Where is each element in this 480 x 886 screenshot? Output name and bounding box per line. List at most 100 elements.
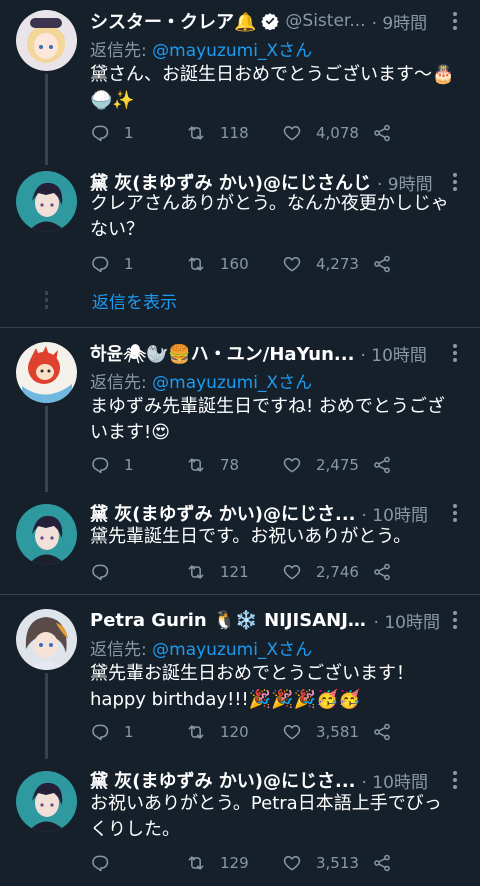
more-icon[interactable] — [448, 342, 462, 364]
timestamp[interactable]: · 9時間 — [372, 9, 428, 34]
like-count: 2,475 — [316, 456, 359, 474]
reply-icon — [90, 562, 110, 582]
share-button[interactable] — [372, 850, 392, 876]
verified-badge-icon — [261, 12, 279, 30]
tweet-1[interactable]: シスター・クレア🔔 @Sister... · 9時間 返信先: @mayuzum… — [0, 0, 480, 165]
reply-mention-link[interactable]: @mayuzumi_Xさん — [152, 373, 312, 393]
timestamp[interactable]: · 10時間 — [360, 341, 426, 366]
tweet-4[interactable]: 黛 灰(まゆずみ かい)@にじさ... · 10時間 黛先輩誕生日です。お祝いあ… — [0, 492, 480, 594]
reply-button[interactable]: 1 — [90, 719, 134, 745]
tweet-actions: 1 120 3,581 — [90, 719, 420, 745]
tweet-5[interactable]: Petra Gurin 🐧❄️ NIJISANJI EN · 10時間 返信先:… — [0, 595, 480, 759]
like-count: 4,078 — [316, 124, 359, 142]
display-name[interactable]: 黛 灰(まゆずみ かい)@にじさ... — [90, 500, 356, 526]
more-icon[interactable] — [448, 10, 462, 32]
reply-mention-link[interactable]: @mayuzumi_Xさん — [152, 640, 312, 660]
timestamp[interactable]: · 10時間 — [362, 768, 428, 793]
tweet-text: 黛先輩誕生日です。お祝いありがとう。 — [90, 526, 412, 547]
retweet-icon — [186, 562, 206, 582]
reply-button[interactable]: 1 — [90, 452, 134, 478]
display-name[interactable]: 하윤🕷🦭🍔ハ・ユン/HaYun... — [90, 340, 354, 366]
avatar[interactable] — [16, 342, 77, 403]
tweet-3[interactable]: 하윤🕷🦭🍔ハ・ユン/HaYun... · 10時間 返信先: @mayuzumi… — [0, 328, 480, 492]
handle[interactable]: @Sister... — [285, 11, 365, 31]
heart-icon — [282, 455, 302, 475]
reply-count: 1 — [124, 456, 134, 474]
like-button[interactable]: 4,273 — [282, 251, 359, 277]
share-icon — [372, 722, 392, 742]
retweet-button[interactable]: 120 — [186, 719, 249, 745]
heart-icon — [282, 562, 302, 582]
reply-button[interactable] — [90, 559, 124, 585]
share-button[interactable] — [372, 120, 392, 146]
tweet-text: 黛さん、お誕生日おめでとうございます〜🎂🍚✨ — [90, 64, 455, 111]
retweet-count: 118 — [220, 124, 249, 142]
retweet-button[interactable]: 129 — [186, 850, 249, 876]
like-button[interactable]: 4,078 — [282, 120, 359, 146]
share-icon — [372, 455, 392, 475]
tweet-text: お祝いありがとう。Petra日本語上手でびっくりした。 — [90, 793, 442, 840]
like-button[interactable]: 2,475 — [282, 452, 359, 478]
avatar[interactable] — [16, 171, 77, 232]
timestamp[interactable]: · 10時間 — [362, 501, 428, 526]
retweet-button[interactable]: 118 — [186, 120, 249, 146]
more-icon[interactable] — [448, 171, 462, 193]
retweet-button[interactable]: 160 — [186, 251, 249, 277]
reply-prefix: 返信先: — [90, 373, 153, 393]
more-icon[interactable] — [448, 609, 462, 631]
reply-to-line: 返信先: @mayuzumi_Xさん — [90, 368, 312, 393]
like-button[interactable]: 3,581 — [282, 719, 359, 745]
reply-icon — [90, 254, 110, 274]
reply-count: 1 — [124, 723, 134, 741]
heart-icon — [282, 722, 302, 742]
reply-icon — [90, 455, 110, 475]
share-icon — [372, 123, 392, 143]
timestamp[interactable]: · 10時間 — [374, 608, 440, 633]
retweet-button[interactable]: 121 — [186, 559, 249, 585]
avatar[interactable] — [16, 771, 77, 832]
like-count: 4,273 — [316, 255, 359, 273]
retweet-count: 121 — [220, 563, 249, 581]
tweet-header: 黛 灰(まゆずみ かい)@にじさ... · 10時間 — [90, 500, 440, 526]
like-button[interactable]: 2,746 — [282, 559, 359, 585]
thread-dots — [45, 291, 48, 312]
retweet-count: 78 — [220, 456, 240, 474]
reply-mention-link[interactable]: @mayuzumi_Xさん — [152, 41, 312, 61]
display-name[interactable]: Petra Gurin 🐧❄️ NIJISANJI EN — [90, 610, 368, 631]
reply-to-line: 返信先: @mayuzumi_Xさん — [90, 36, 312, 61]
more-icon[interactable] — [448, 502, 462, 524]
avatar[interactable] — [16, 609, 77, 670]
heart-icon — [282, 853, 302, 873]
avatar[interactable] — [16, 10, 77, 71]
retweet-button[interactable]: 78 — [186, 452, 239, 478]
tweet-actions: 1 160 4,273 — [90, 251, 420, 277]
reply-icon — [90, 123, 110, 143]
reply-to-line: 返信先: @mayuzumi_Xさん — [90, 635, 312, 660]
share-button[interactable] — [372, 251, 392, 277]
share-button[interactable] — [372, 719, 392, 745]
heart-icon — [282, 123, 302, 143]
tweet-actions: 129 3,513 — [90, 850, 420, 876]
share-button[interactable] — [372, 559, 392, 585]
reply-icon — [90, 853, 110, 873]
share-button[interactable] — [372, 452, 392, 478]
retweet-icon — [186, 455, 206, 475]
display-name[interactable]: 黛 灰(まゆずみ かい)@にじさ... — [90, 767, 356, 793]
tweet-6[interactable]: 黛 灰(まゆずみ かい)@にじさ... · 10時間 お祝いありがとう。Petr… — [0, 759, 480, 886]
show-replies-link[interactable]: 返信を表示 — [92, 288, 177, 313]
thread-line — [45, 74, 48, 165]
like-button[interactable]: 3,513 — [282, 850, 359, 876]
more-icon[interactable] — [448, 769, 462, 791]
thread-line — [45, 673, 48, 759]
reply-button[interactable]: 1 — [90, 120, 134, 146]
retweet-icon — [186, 123, 206, 143]
reply-button[interactable]: 1 — [90, 251, 134, 277]
avatar[interactable] — [16, 504, 77, 565]
tweet-2[interactable]: 黛 灰(まゆずみ かい)@にじさんじ · 9時間 クレアさんありがとう。なんか夜… — [0, 165, 480, 327]
reply-button[interactable] — [90, 850, 124, 876]
reply-count: 1 — [124, 255, 134, 273]
reply-prefix: 返信先: — [90, 640, 153, 660]
display-name[interactable]: シスター・クレア🔔 — [90, 8, 256, 34]
tweet-text: 黛先輩お誕生日おめでとうございます！ happy birthday!!!🎉🎉🎉🥳… — [90, 663, 414, 710]
retweet-count: 120 — [220, 723, 249, 741]
